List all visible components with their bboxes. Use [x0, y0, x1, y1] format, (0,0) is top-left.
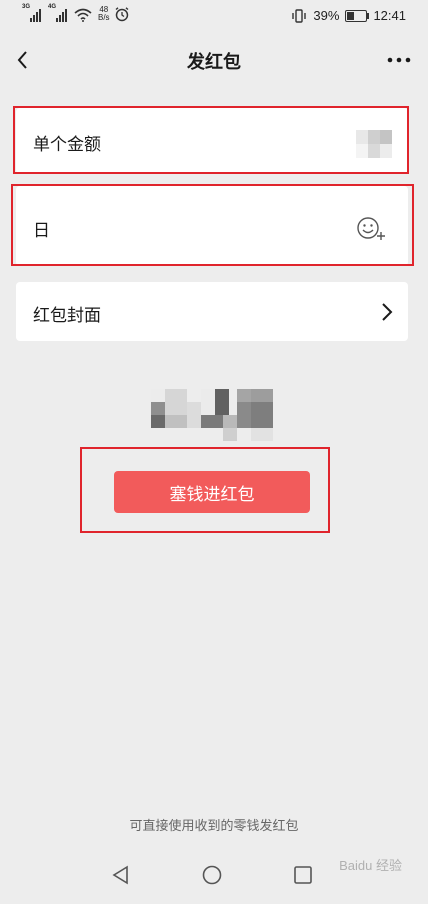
chevron-right-icon — [382, 303, 393, 321]
signal-3g-icon: 3G — [22, 4, 44, 22]
signal-4g-icon: 4G — [48, 4, 70, 22]
network-speed: 48 B/s — [98, 6, 110, 22]
nav-bar: 发红包 — [0, 36, 428, 86]
page-title: 发红包 — [187, 52, 241, 73]
square-recent-icon[interactable] — [290, 862, 316, 888]
battery-percent: 39% — [313, 8, 340, 23]
cover-label: 红包封面 — [33, 306, 101, 326]
emoji-add-icon[interactable] — [356, 216, 386, 242]
signal-3g-tag: 3G — [22, 4, 31, 10]
amount-label: 单个金额 — [33, 135, 101, 155]
more-dots-icon[interactable] — [384, 48, 414, 72]
footer-hint: 可直接使用收到的零钱发红包 — [129, 819, 299, 834]
status-bar: 3G 4G 48 B/s 39% 12:41 — [0, 0, 428, 36]
triangle-back-icon[interactable] — [108, 862, 134, 888]
wifi-icon — [74, 8, 92, 22]
speed-unit: B/s — [98, 13, 110, 22]
baidu-watermark: Baidu 经验 — [339, 858, 402, 873]
battery-icon — [345, 9, 370, 22]
status-left: 3G 4G 48 B/s — [22, 4, 130, 22]
stuff-money-button[interactable]: 塞钱进红包 — [114, 471, 310, 513]
vibrate-icon — [292, 8, 307, 23]
clock-time: 12:41 — [373, 8, 406, 23]
message-input-value[interactable]: 日 — [33, 216, 50, 241]
amount-field[interactable]: 单个金额 — [16, 108, 408, 174]
cover-row[interactable]: 红包封面 — [16, 282, 408, 341]
amount-display-blurred — [151, 389, 275, 441]
circle-home-icon[interactable] — [199, 862, 225, 888]
amount-input-blurred[interactable] — [356, 130, 392, 158]
message-field[interactable]: 日 — [16, 186, 408, 266]
signal-4g-tag: 4G — [48, 4, 57, 10]
status-right: 39% 12:41 — [291, 8, 406, 23]
alarm-icon — [115, 7, 129, 22]
